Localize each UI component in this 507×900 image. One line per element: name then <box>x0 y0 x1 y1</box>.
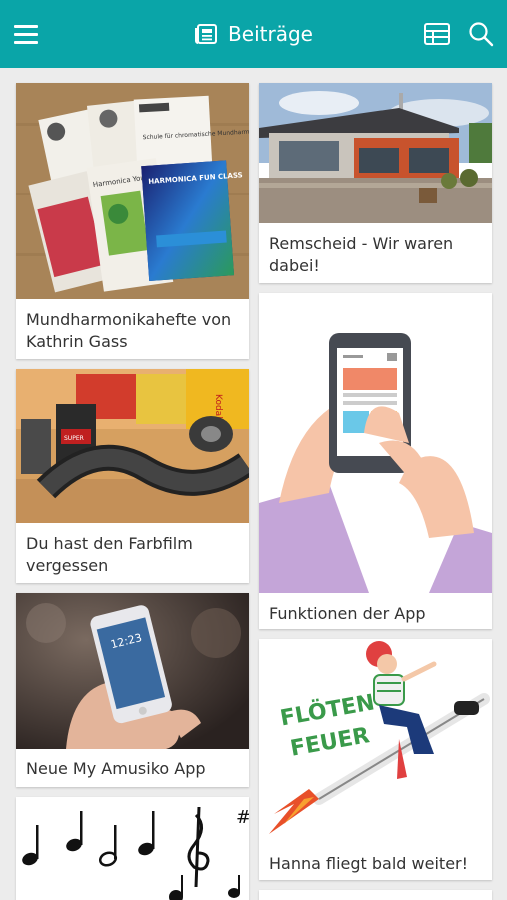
film-label: SUPER <box>64 435 84 442</box>
svg-text:#: # <box>236 807 249 828</box>
post-card[interactable]: Schule für chromatische Mundharmonika Ha… <box>16 83 249 359</box>
post-card[interactable]: 12:23 Neue My Amusiko App <box>16 593 249 787</box>
menu-icon <box>14 24 38 44</box>
post-image-hand-with-phone: 12:23 <box>16 593 249 749</box>
post-title[interactable]: Remscheid - Wir waren dabei! <box>269 233 482 277</box>
post-title[interactable]: Mundharmonikahefte von Kathrin Gass <box>26 309 239 353</box>
page-title: Beiträge <box>228 22 313 46</box>
post-title[interactable]: Funktionen der App <box>269 603 482 625</box>
post-title[interactable]: Du hast den Farbfilm vergessen <box>26 533 239 577</box>
post-image-film-rolls: Kodak SUPER <box>16 369 249 523</box>
post-title[interactable]: Neue My Amusiko App <box>26 758 239 780</box>
post-image-harmonica-booklets: Schule für chromatische Mundharmonika Ha… <box>16 83 249 299</box>
search-icon <box>469 22 494 47</box>
post-image-music-notes: # <box>16 797 249 900</box>
post-card[interactable]: # <box>16 797 249 900</box>
table-view-icon <box>424 23 450 45</box>
post-card[interactable]: Remscheid - Wir waren dabei! <box>259 83 492 283</box>
post-card[interactable]: Funktionen der App <box>259 293 492 629</box>
page-title-group: Beiträge <box>194 22 313 46</box>
app-bar: Beiträge <box>0 0 507 68</box>
post-image-floeten-feuer: FLÖTEN- FEUER <box>259 639 492 844</box>
menu-button[interactable] <box>10 18 42 50</box>
table-view-button[interactable] <box>421 18 453 50</box>
post-feed[interactable]: Schule für chromatische Mundharmonika Ha… <box>0 68 507 900</box>
post-image-phone-illustration <box>259 293 492 593</box>
post-title[interactable]: Hanna fliegt bald weiter! <box>269 853 482 875</box>
post-card[interactable]: Kodak SUPER Du hast den Farbfilm vergess… <box>16 369 249 583</box>
newspaper-icon <box>195 24 218 44</box>
post-image-remscheid-building <box>259 83 492 223</box>
search-button[interactable] <box>465 18 497 50</box>
post-card[interactable] <box>259 890 492 900</box>
post-card[interactable]: FLÖTEN- FEUER Hanna fliegt bald weiter! <box>259 639 492 880</box>
